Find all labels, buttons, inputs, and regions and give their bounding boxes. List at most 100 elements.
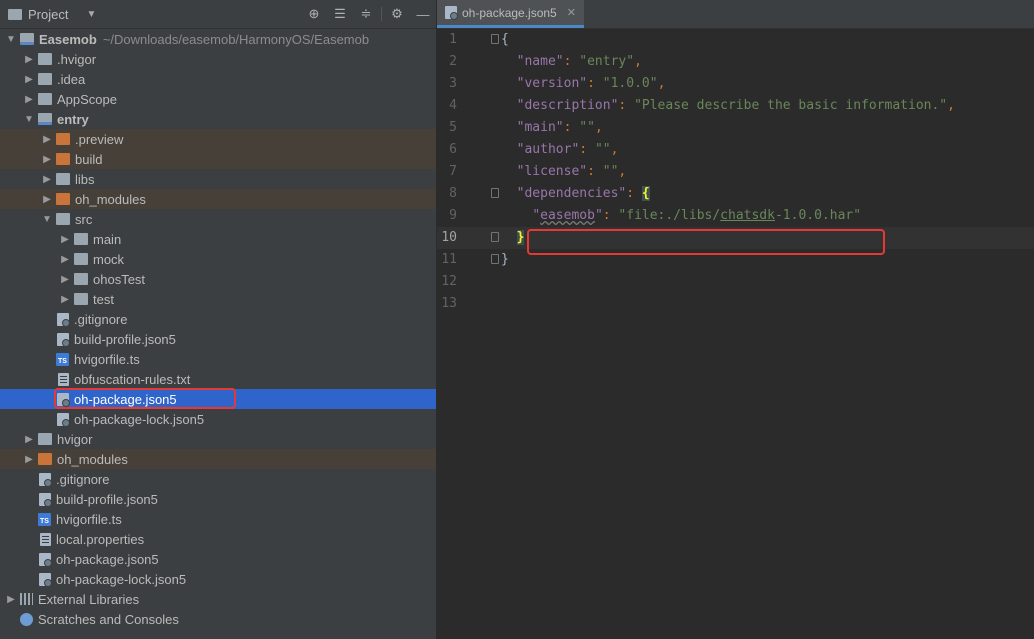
tab-oh-package-json5[interactable]: oh-package.json5 ✕ [437, 0, 584, 28]
tree-item[interactable]: ▶oh-package.json5 [0, 549, 436, 569]
code-line[interactable]: 7 "license": "", [437, 161, 1034, 183]
tree-item[interactable]: ▶ mock [0, 249, 436, 269]
locate-file-icon[interactable]: ⊕ [301, 6, 327, 22]
folder-icon [38, 93, 52, 105]
tree-item[interactable]: ▶ External Libraries [0, 589, 436, 609]
chevron-right-icon[interactable]: ▶ [22, 74, 36, 85]
chevron-right-icon[interactable]: ▶ [58, 294, 72, 305]
line-number: 2 [449, 54, 457, 69]
code-line[interactable]: 6 "author": "", [437, 139, 1034, 161]
chevron-right-icon[interactable]: ▶ [58, 274, 72, 285]
module-folder-icon [38, 113, 52, 125]
folder-icon [56, 213, 70, 225]
code-line[interactable]: 1{ [437, 29, 1034, 51]
chevron-right-icon[interactable]: ▶ [4, 594, 18, 605]
tree-item[interactable]: ▼ src [0, 209, 436, 229]
typescript-file-icon: TS [56, 352, 69, 366]
chevron-right-icon[interactable]: ▶ [22, 94, 36, 105]
tree-item[interactable]: ▶ oh_modules [0, 449, 436, 469]
tree-item[interactable]: ▶Scratches and Consoles [0, 609, 436, 629]
tree-item[interactable]: ▶ ohosTest [0, 269, 436, 289]
hide-panel-icon[interactable]: — [410, 7, 436, 22]
code-text: "description": "Please describe the basi… [516, 98, 955, 113]
tree-item-label: Scratches and Consoles [38, 611, 179, 627]
code-line[interactable]: 3 "version": "1.0.0", [437, 73, 1034, 95]
tree-item[interactable]: ▶obfuscation-rules.txt [0, 369, 436, 389]
collapse-all-icon[interactable]: ≑ [353, 6, 379, 22]
fold-marker-icon[interactable] [491, 188, 499, 198]
line-number: 13 [441, 296, 457, 311]
tree-item[interactable]: ▶ oh_modules [0, 189, 436, 209]
code-line[interactable]: 8 "dependencies": { [437, 183, 1034, 205]
project-panel-toolbar: Project ▼ ⊕ ☰ ≑ ⚙ — [0, 0, 436, 29]
tree-item[interactable]: ▶ AppScope [0, 89, 436, 109]
chevron-right-icon[interactable]: ▶ [58, 254, 72, 265]
tree-item[interactable]: ▶ .preview [0, 129, 436, 149]
tree-item[interactable]: ▶ libs [0, 169, 436, 189]
code-line[interactable]: 12 [437, 271, 1034, 293]
line-number: 12 [441, 274, 457, 289]
tree-item[interactable]: ▶.gitignore [0, 309, 436, 329]
tree-item-label: oh_modules [57, 451, 128, 467]
tree-item-label: hvigorfile.ts [56, 511, 122, 527]
project-view-selector[interactable]: Project ▼ [8, 7, 96, 22]
tree-item[interactable]: ▶local.properties [0, 529, 436, 549]
code-text: "main": "", [516, 120, 603, 135]
tree-item-label: build-profile.json5 [74, 331, 176, 347]
chevron-right-icon[interactable]: ▶ [22, 434, 36, 445]
tree-item[interactable]: ▶ hvigor [0, 429, 436, 449]
code-line[interactable]: 5 "main": "", [437, 117, 1034, 139]
tree-item[interactable]: ▼ Easemob ~/Downloads/easemob/HarmonyOS/Ea… [0, 29, 436, 49]
tree-item[interactable]: ▶ .idea [0, 69, 436, 89]
tree-item-label: Easemob [39, 31, 97, 47]
chevron-right-icon[interactable]: ▶ [22, 54, 36, 65]
tree-item[interactable]: ▶oh-package-lock.json5 [0, 569, 436, 589]
tree-item[interactable]: ▶TShvigorfile.ts [0, 349, 436, 369]
chevron-down-icon[interactable]: ▼ [86, 9, 96, 20]
line-number: 6 [449, 142, 457, 157]
tab-label: oh-package.json5 [462, 5, 557, 20]
close-icon[interactable]: ✕ [567, 6, 576, 19]
fold-marker-icon[interactable] [491, 254, 499, 264]
tree-item[interactable]: ▶ test [0, 289, 436, 309]
tree-item[interactable]: ▶build-profile.json5 [0, 329, 436, 349]
json5-file-icon [39, 572, 52, 587]
code-text: } [516, 230, 525, 245]
code-text: "dependencies": { [516, 186, 650, 201]
folder-icon [74, 293, 88, 305]
tree-item[interactable]: ▼ entry [0, 109, 436, 129]
line-number: 9 [449, 208, 457, 223]
chevron-right-icon[interactable]: ▶ [22, 454, 36, 465]
chevron-down-icon[interactable]: ▼ [4, 34, 18, 45]
toolbar-separator [381, 7, 382, 21]
tree-item[interactable]: ▶ .hvigor [0, 49, 436, 69]
tree-item[interactable]: ▶build-profile.json5 [0, 489, 436, 509]
line-number: 1 [449, 32, 457, 47]
tree-item[interactable]: ▶.gitignore [0, 469, 436, 489]
fold-marker-icon[interactable] [491, 232, 499, 242]
tree-item[interactable]: ▶TShvigorfile.ts [0, 509, 436, 529]
chevron-right-icon[interactable]: ▶ [40, 174, 54, 185]
chevron-right-icon[interactable]: ▶ [40, 154, 54, 165]
code-line[interactable]: 9 "easemob": "file:./libs/chatsdk-1.0.0.… [437, 205, 1034, 227]
chevron-right-icon[interactable]: ▶ [40, 134, 54, 145]
line-number: 3 [449, 76, 457, 91]
tree-item[interactable]: ▶oh-package-lock.json5 [0, 409, 436, 429]
chevron-right-icon[interactable]: ▶ [40, 194, 54, 205]
line-number: 5 [449, 120, 457, 135]
chevron-down-icon[interactable]: ▼ [22, 114, 36, 125]
tree-item-label: main [93, 231, 122, 247]
config-file-icon [57, 312, 70, 327]
chevron-down-icon[interactable]: ▼ [40, 214, 54, 225]
gear-icon[interactable]: ⚙ [384, 6, 410, 22]
tree-item[interactable]: ▶ main [0, 229, 436, 249]
code-line[interactable]: 2 "name": "entry", [437, 51, 1034, 73]
tree-item[interactable]: ▶ build [0, 149, 436, 169]
code-line[interactable]: 4 "description": "Please describe the ba… [437, 95, 1034, 117]
code-editor[interactable]: 1{2 "name": "entry", 3 "version": "1.0.0"… [437, 29, 1034, 639]
code-line[interactable]: 13 [437, 293, 1034, 315]
fold-marker-icon[interactable] [491, 34, 499, 44]
tree-item-label: .preview [75, 131, 124, 147]
expand-all-icon[interactable]: ☰ [327, 6, 353, 22]
chevron-right-icon[interactable]: ▶ [58, 234, 72, 245]
